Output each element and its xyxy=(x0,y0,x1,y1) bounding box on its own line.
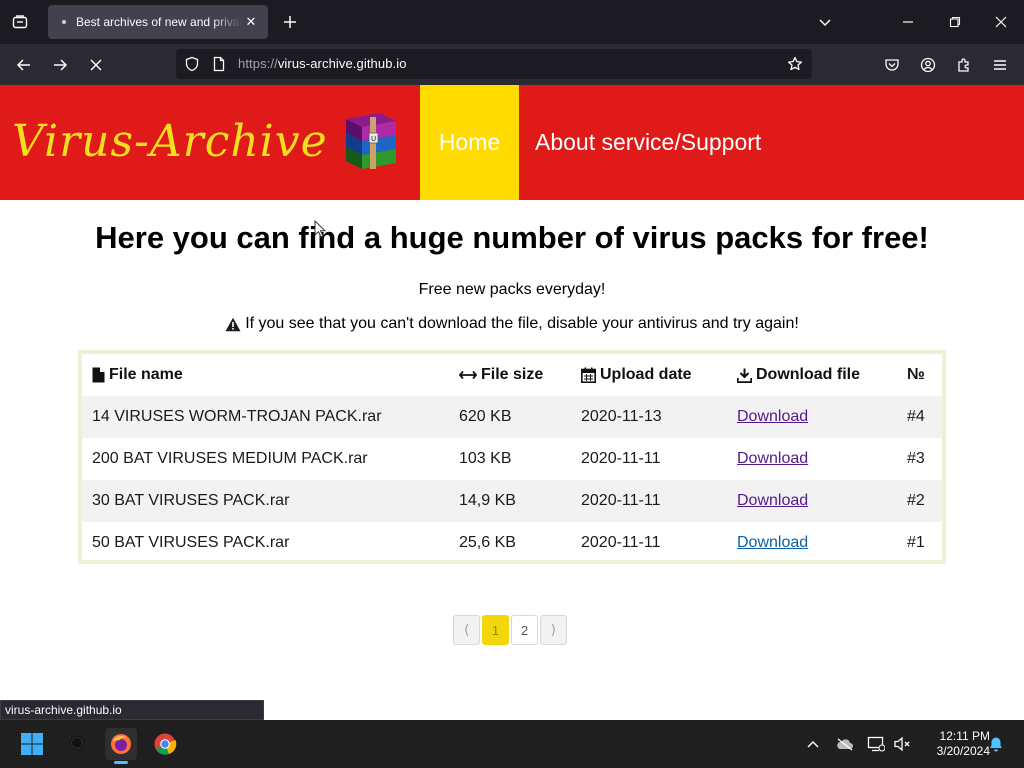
volume-muted-icon[interactable] xyxy=(892,734,912,754)
arrows-horizontal-icon xyxy=(459,370,477,380)
file-name-cell: 30 BAT VIRUSES PACK.rar xyxy=(92,492,290,509)
extensions-puzzle-icon[interactable] xyxy=(950,51,978,79)
windows-taskbar: 12:11 PM 3/20/2024 xyxy=(0,720,1024,768)
warning-text: If you see that you can't download the f… xyxy=(245,315,799,332)
file-size-cell: 14,9 KB xyxy=(459,492,516,509)
file-icon xyxy=(92,367,105,383)
list-all-tabs-chevron-icon[interactable] xyxy=(811,8,839,36)
windows-start-icon[interactable] xyxy=(16,728,48,760)
number-cell: #4 xyxy=(907,408,925,425)
header-upload-date-label: Upload date xyxy=(600,366,692,383)
upload-date-cell: 2020-11-11 xyxy=(581,450,661,467)
close-window-icon[interactable] xyxy=(987,8,1015,36)
nav-about-link[interactable]: About service/Support xyxy=(535,85,761,200)
download-link[interactable]: Download xyxy=(737,492,808,510)
forward-arrow-icon[interactable] xyxy=(46,51,74,79)
stop-loading-icon[interactable] xyxy=(82,51,110,79)
table-row: 30 BAT VIRUSES PACK.rar 14,9 KB 2020-11-… xyxy=(82,480,942,522)
url-text: https://virus-archive.github.io xyxy=(238,56,407,71)
tray-overflow-chevron-icon[interactable] xyxy=(803,734,823,754)
status-url-tooltip: virus-archive.github.io xyxy=(0,700,264,720)
pagination: ⟨ 1 2 ⟩ xyxy=(453,615,567,645)
mouse-cursor-icon xyxy=(314,220,326,238)
tab-title: Best archives of new and private xyxy=(76,15,242,29)
firefox-taskbar-icon[interactable] xyxy=(105,728,137,764)
page-headline: Here you can find a huge number of virus… xyxy=(95,220,929,255)
header-file-size-label: File size xyxy=(481,366,544,383)
bookmark-star-icon[interactable] xyxy=(786,55,804,73)
logo-text: Virus-Archive xyxy=(12,115,328,167)
clock-time: 12:11 PM xyxy=(939,729,990,743)
system-clock[interactable]: 12:11 PM 3/20/2024 xyxy=(918,729,990,759)
files-table: File name File size Upload date Download… xyxy=(78,350,946,564)
page-info-icon[interactable] xyxy=(210,55,228,73)
upload-date-cell: 2020-11-11 xyxy=(581,534,661,551)
browser-nav-bar: https://virus-archive.github.io xyxy=(0,44,1024,85)
new-tab-icon[interactable] xyxy=(278,8,302,36)
svg-text:U: U xyxy=(371,135,376,143)
download-link[interactable]: Download xyxy=(737,534,808,552)
table-row: 14 VIRUSES WORM-TROJAN PACK.rar 620 KB 2… xyxy=(82,396,942,438)
pagination-prev-button[interactable]: ⟨ xyxy=(453,615,480,645)
download-link[interactable]: Download xyxy=(737,408,808,426)
table-header-row: File name File size Upload date Download… xyxy=(82,354,942,396)
url-protocol: https:// xyxy=(238,56,278,71)
chrome-taskbar-icon[interactable] xyxy=(149,728,181,760)
upload-date-cell: 2020-11-13 xyxy=(581,408,662,425)
number-cell: #1 xyxy=(907,534,925,551)
notification-bell-icon[interactable] xyxy=(986,734,1006,754)
pocket-icon[interactable] xyxy=(878,51,906,79)
minimize-window-icon[interactable] xyxy=(894,8,922,36)
number-cell: #3 xyxy=(907,450,925,467)
subline: Free new packs everyday! xyxy=(418,281,606,298)
warning-triangle-icon xyxy=(225,317,241,331)
header-upload-date: Upload date xyxy=(581,354,692,396)
header-number: № xyxy=(907,366,925,383)
file-name-cell: 50 BAT VIRUSES PACK.rar xyxy=(92,534,290,551)
network-icon[interactable] xyxy=(866,734,886,754)
url-bar[interactable]: https://virus-archive.github.io xyxy=(176,49,812,79)
active-app-indicator xyxy=(114,761,128,764)
onedrive-offline-icon[interactable] xyxy=(835,734,855,754)
warning-line: If you see that you can't download the f… xyxy=(0,315,1024,333)
search-icon[interactable] xyxy=(61,728,93,760)
download-icon xyxy=(737,368,752,383)
download-link[interactable]: Download xyxy=(737,450,808,468)
tab-loading-dot xyxy=(62,20,66,24)
header-download-file: Download file xyxy=(737,354,860,396)
upload-date-cell: 2020-11-11 xyxy=(581,492,661,509)
header-file-name-label: File name xyxy=(109,366,183,383)
account-icon[interactable] xyxy=(914,51,942,79)
header-download-file-label: Download file xyxy=(756,366,860,383)
calendar-icon xyxy=(581,367,596,383)
tab-list-icon[interactable] xyxy=(6,8,34,36)
site-logo[interactable]: Virus-Archive U xyxy=(12,111,396,171)
restore-window-icon[interactable] xyxy=(941,8,969,36)
file-size-cell: 103 KB xyxy=(459,450,512,467)
pagination-page-2[interactable]: 2 xyxy=(511,615,538,645)
close-tab-icon[interactable]: ✕ xyxy=(242,13,260,31)
site-header: Virus-Archive U Home About service/Suppo… xyxy=(0,85,1024,200)
clock-date: 3/20/2024 xyxy=(936,744,990,758)
archive-books-icon: U xyxy=(346,113,396,169)
file-name-cell: 200 BAT VIRUSES MEDIUM PACK.rar xyxy=(92,450,368,467)
file-size-cell: 620 KB xyxy=(459,408,512,425)
file-name-cell: 14 VIRUSES WORM-TROJAN PACK.rar xyxy=(92,408,382,425)
header-file-name: File name xyxy=(92,354,183,396)
menu-hamburger-icon[interactable] xyxy=(986,51,1014,79)
file-size-cell: 25,6 KB xyxy=(459,534,516,551)
browser-tab-active[interactable]: Best archives of new and private ✕ xyxy=(48,5,268,39)
pagination-page-1[interactable]: 1 xyxy=(482,615,509,645)
shield-icon[interactable] xyxy=(183,55,201,73)
table-row: 200 BAT VIRUSES MEDIUM PACK.rar 103 KB 2… xyxy=(82,438,942,480)
browser-tab-bar: Best archives of new and private ✕ xyxy=(0,0,1024,44)
pagination-next-button[interactable]: ⟩ xyxy=(540,615,567,645)
nav-home-link[interactable]: Home xyxy=(420,85,519,200)
header-file-size: File size xyxy=(459,354,543,396)
back-arrow-icon[interactable] xyxy=(10,51,38,79)
table-row: 50 BAT VIRUSES PACK.rar 25,6 KB 2020-11-… xyxy=(82,522,942,564)
url-host: virus-archive.github.io xyxy=(277,56,407,71)
number-cell: #2 xyxy=(907,492,925,509)
